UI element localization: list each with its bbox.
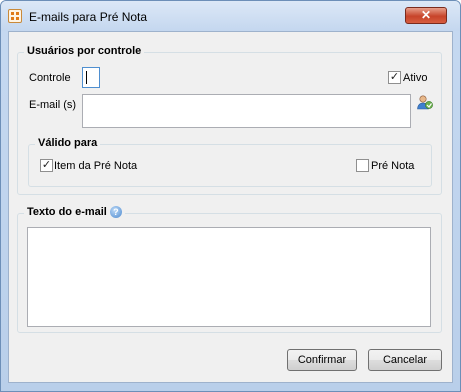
confirmar-button[interactable]: Confirmar: [287, 349, 357, 371]
text-cursor: [86, 71, 87, 84]
usuarios-group-title: Usuários por controle: [24, 45, 145, 57]
title-bar[interactable]: E-mails para Pré Nota ✕: [1, 1, 460, 31]
close-icon: ✕: [420, 8, 432, 22]
item-pre-nota-label: Item da Pré Nota: [54, 160, 138, 172]
texto-group-title: Texto do e-mail?: [24, 206, 125, 219]
close-button[interactable]: ✕: [405, 7, 447, 24]
texto-group: Texto do e-mail?: [17, 206, 442, 333]
controle-input[interactable]: [82, 67, 100, 88]
dialog-body: Usuários por controle Controle ✓ Ativo E…: [8, 31, 453, 383]
window-title: E-mails para Pré Nota: [29, 10, 148, 24]
cancelar-button[interactable]: Cancelar: [368, 349, 442, 371]
app-icon: [8, 9, 22, 23]
users-icon[interactable]: [416, 94, 434, 112]
controle-label: Controle: [29, 72, 71, 84]
email-label: E-mail (s): [29, 99, 77, 111]
texto-email-textarea[interactable]: [27, 227, 431, 327]
help-icon[interactable]: ?: [109, 206, 122, 219]
item-pre-nota-checkbox[interactable]: ✓: [40, 159, 53, 172]
valido-group-title: Válido para: [35, 137, 101, 149]
texto-group-label: Texto do e-mail: [27, 206, 107, 218]
ativo-checkbox[interactable]: ✓: [388, 71, 401, 84]
ativo-label: Ativo: [403, 72, 428, 84]
valido-group: Válido para ✓ Item da Pré Nota Pré Nota: [28, 137, 432, 187]
pre-nota-label: Pré Nota: [371, 160, 415, 172]
pre-nota-checkbox[interactable]: [356, 159, 369, 172]
dialog-window: E-mails para Pré Nota ✕ Usuários por con…: [0, 0, 461, 392]
email-input[interactable]: [82, 94, 411, 128]
usuarios-group: Usuários por controle Controle ✓ Ativo E…: [17, 45, 442, 195]
